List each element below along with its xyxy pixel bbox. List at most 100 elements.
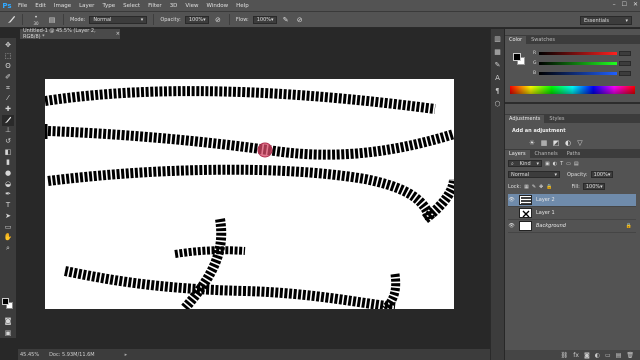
tab-adjustments[interactable]: Adjustments	[505, 115, 545, 123]
layer-row[interactable]: Layer 1	[508, 207, 636, 220]
vibrance-icon[interactable]: ▽	[575, 138, 585, 148]
close-window-button[interactable]: ✕	[633, 1, 638, 8]
menu-help[interactable]: Help	[232, 3, 253, 9]
healing-brush-tool-icon[interactable]: ✚	[2, 104, 14, 115]
menu-view[interactable]: View	[181, 3, 202, 9]
filter-adjustment-icon[interactable]: ◐	[553, 161, 557, 167]
filter-shape-icon[interactable]: ▭	[566, 161, 571, 167]
tab-paths[interactable]: Paths	[563, 150, 585, 158]
layer-style-icon[interactable]: fx	[573, 352, 579, 359]
close-document-button[interactable]: ×	[116, 31, 120, 37]
color-spectrum[interactable]	[510, 86, 635, 94]
red-value-field[interactable]	[619, 50, 631, 56]
dodge-tool-icon[interactable]: ◒	[2, 179, 14, 190]
screen-mode-icon[interactable]: ▣	[2, 328, 14, 339]
crop-tool-icon[interactable]: ⌗	[2, 83, 14, 94]
menu-image[interactable]: Image	[50, 3, 75, 9]
green-slider[interactable]: G	[533, 60, 633, 66]
foreground-color-swatch[interactable]	[513, 53, 521, 61]
pressure-size-icon[interactable]: ⊘	[295, 15, 305, 25]
fill-input[interactable]: 100% ▾	[582, 183, 605, 190]
path-selection-tool-icon[interactable]: ➤	[2, 211, 14, 222]
properties-panel-icon[interactable]: ▦	[494, 48, 501, 56]
brush-panel-toggle-icon[interactable]: ▤	[47, 15, 57, 25]
gradient-tool-icon[interactable]: ▮	[2, 158, 14, 169]
3d-panel-icon[interactable]: ⬡	[494, 100, 500, 108]
blue-value-field[interactable]	[619, 70, 631, 76]
tab-styles[interactable]: Styles	[545, 115, 568, 123]
layer-row[interactable]: 👁 Background 🔒	[508, 220, 636, 233]
document-canvas[interactable]	[45, 79, 454, 309]
menu-select[interactable]: Select	[119, 3, 144, 9]
filter-smart-object-icon[interactable]: ▤	[574, 161, 579, 167]
menu-filter[interactable]: Filter	[144, 3, 166, 9]
move-tool-icon[interactable]: ✥	[2, 40, 14, 51]
trash-icon[interactable]: 🗑	[626, 352, 634, 359]
quick-select-tool-icon[interactable]: ✐	[2, 72, 14, 83]
blue-slider[interactable]: B	[533, 70, 633, 76]
minimize-button[interactable]: –	[613, 1, 616, 8]
red-slider[interactable]: R	[533, 50, 633, 56]
zoom-level[interactable]: 45.45%	[20, 352, 39, 358]
tab-swatches[interactable]: Swatches	[527, 36, 559, 44]
eye-icon[interactable]: 👁	[508, 223, 515, 229]
green-value-field[interactable]	[619, 60, 631, 66]
brush-tool-icon[interactable]	[2, 114, 14, 126]
quick-mask-icon[interactable]: ◙	[2, 316, 14, 327]
blend-mode-dropdown[interactable]: Normal ▾	[508, 171, 560, 178]
menu-3d[interactable]: 3D	[166, 3, 182, 9]
type-tool-icon[interactable]: T	[2, 200, 14, 211]
menu-file[interactable]: File	[14, 3, 31, 9]
brightness-contrast-icon[interactable]: ☀	[527, 138, 537, 148]
new-group-icon[interactable]: ▭	[605, 352, 611, 359]
link-layers-icon[interactable]: ⛓	[561, 352, 569, 359]
red-bar[interactable]	[539, 51, 617, 55]
layer-row[interactable]: 👁 Layer 2	[508, 194, 636, 207]
document-tab[interactable]: Untitled-1 @ 45.5% (Layer 2, RGB/8) * ×	[20, 28, 120, 40]
blur-tool-icon[interactable]: ●	[2, 168, 14, 179]
character-panel-icon[interactable]: A	[495, 74, 500, 82]
workspace-switcher[interactable]: Essentials ▾	[580, 16, 632, 25]
lock-image-icon[interactable]: ✎	[532, 184, 536, 190]
paragraph-panel-icon[interactable]: ¶	[495, 87, 499, 95]
eye-icon[interactable]: 👁	[508, 197, 515, 203]
layer-opacity-input[interactable]: 100% ▾	[590, 171, 613, 178]
zoom-tool-icon[interactable]: ⌕	[2, 243, 14, 254]
lock-position-icon[interactable]: ✥	[539, 184, 543, 190]
flow-input[interactable]: 100% ▾	[252, 15, 277, 24]
eraser-tool-icon[interactable]: ◧	[2, 147, 14, 158]
lasso-tool-icon[interactable]: ʘ	[2, 61, 14, 72]
tab-color[interactable]: Color	[505, 36, 527, 44]
layer-name[interactable]: Layer 2	[536, 197, 636, 203]
brush-panel-icon[interactable]: ✎	[495, 61, 501, 69]
blue-bar[interactable]	[539, 71, 617, 75]
maximize-button[interactable]: ☐	[622, 1, 627, 8]
airbrush-icon[interactable]: ✎	[281, 15, 291, 25]
new-layer-icon[interactable]: ▤	[616, 352, 622, 359]
menu-window[interactable]: Window	[202, 3, 232, 9]
status-menu-icon[interactable]: ▸	[125, 352, 128, 358]
pressure-opacity-icon[interactable]: ⊘	[213, 15, 223, 25]
brush-tool-icon[interactable]	[6, 15, 16, 25]
clone-stamp-tool-icon[interactable]: ⊥	[2, 126, 14, 137]
opacity-input[interactable]: 100% ▾	[184, 15, 209, 24]
filter-type-icon[interactable]: T	[560, 161, 563, 167]
lock-all-icon[interactable]: 🔒	[546, 184, 552, 190]
adjustment-layer-icon[interactable]: ◐	[595, 352, 600, 359]
mode-dropdown[interactable]: Normal ▾	[89, 15, 148, 24]
menu-layer[interactable]: Layer	[75, 3, 98, 9]
tab-channels[interactable]: Channels	[531, 150, 562, 158]
levels-icon[interactable]: ▦	[539, 138, 549, 148]
pen-tool-icon[interactable]: ✒	[2, 190, 14, 201]
layer-name[interactable]: Layer 1	[536, 210, 636, 216]
lock-transparency-icon[interactable]: ▦	[524, 184, 529, 190]
layer-mask-icon[interactable]: ◙	[584, 352, 590, 359]
layer-filter-dropdown[interactable]: ⌕ Kind ▾	[508, 160, 542, 167]
layer-name[interactable]: Background	[536, 223, 622, 229]
filter-pixel-icon[interactable]: ▣	[545, 161, 550, 167]
shape-tool-icon[interactable]: ▭	[2, 222, 14, 233]
curves-icon[interactable]: ◩	[551, 138, 561, 148]
marquee-tool-icon[interactable]: ⬚	[2, 51, 14, 62]
foreground-color-swatch[interactable]	[2, 298, 9, 305]
history-brush-tool-icon[interactable]: ↺	[2, 136, 14, 147]
